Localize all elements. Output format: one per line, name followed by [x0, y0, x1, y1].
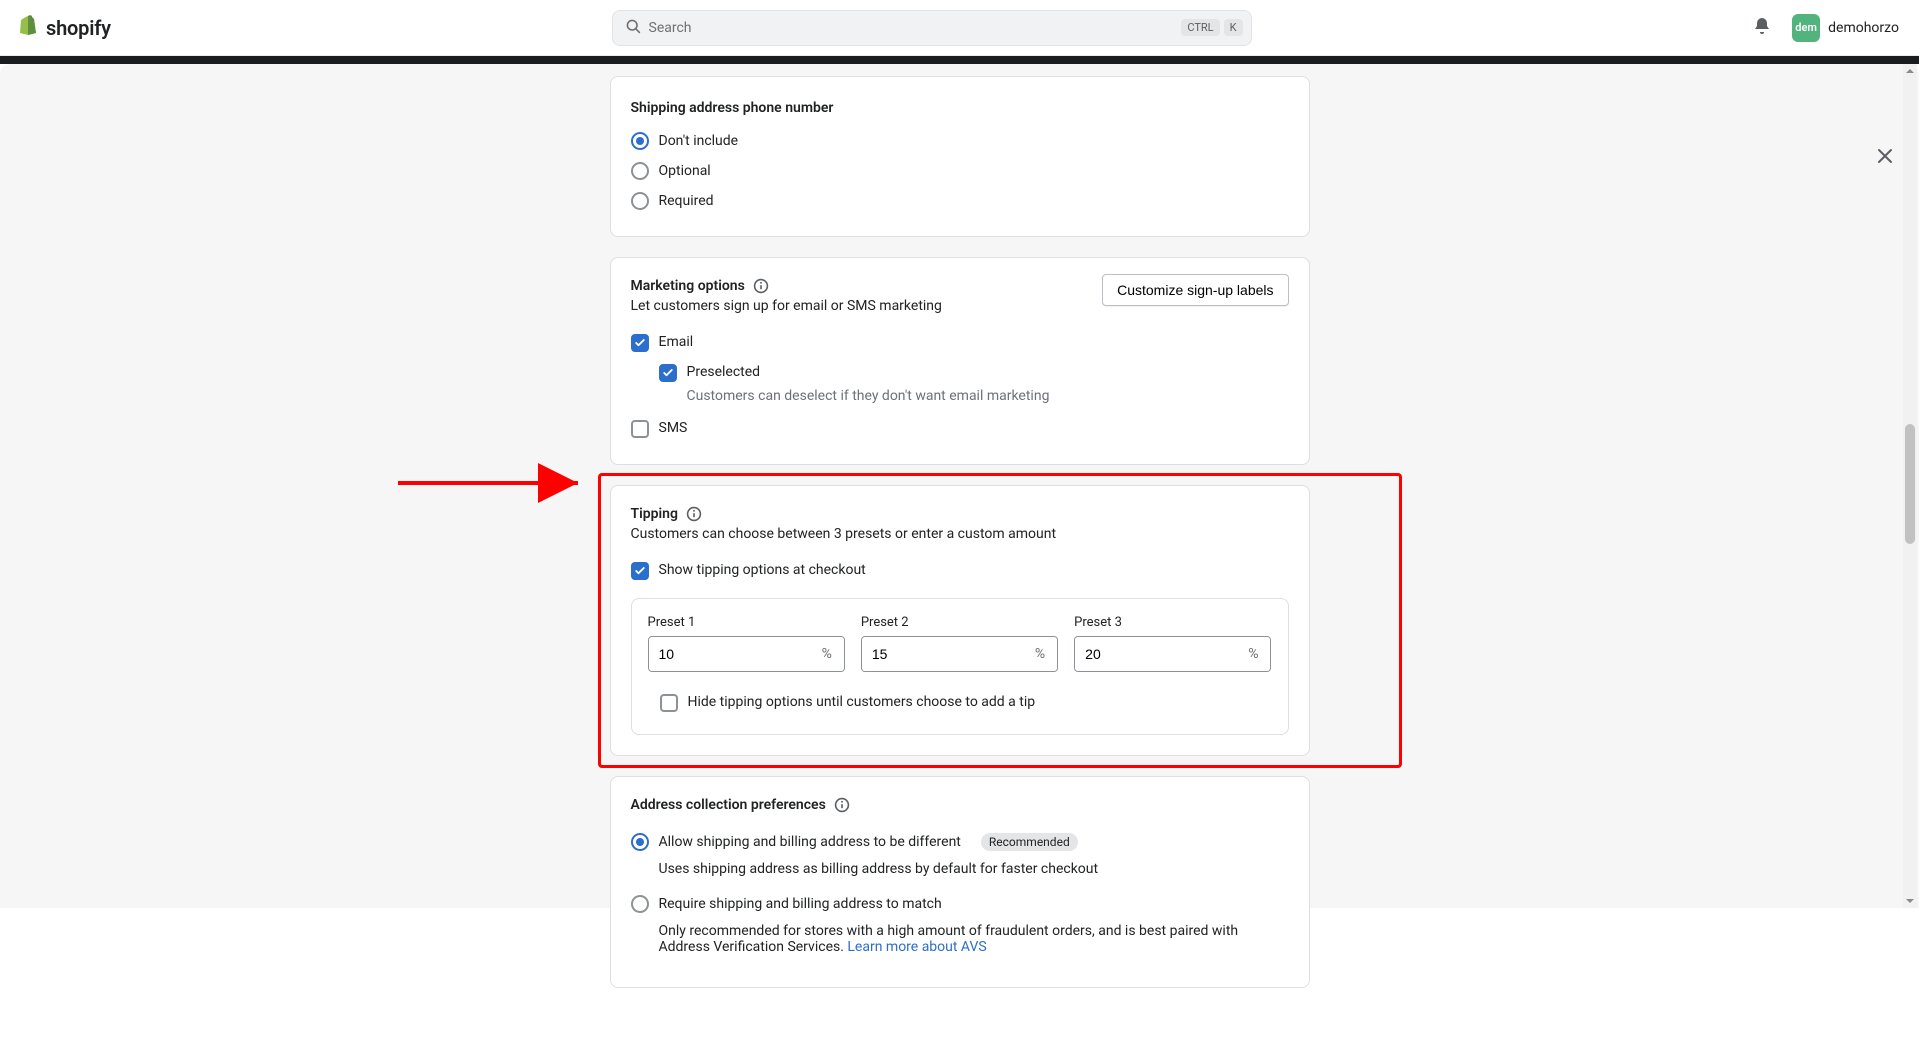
require-help: Only recommended for stores with a high …: [659, 923, 1289, 955]
radio-label: Don't include: [659, 133, 739, 149]
radio-icon: [631, 132, 649, 150]
kbd-ctrl: CTRL: [1181, 19, 1219, 36]
search-icon: [625, 18, 641, 38]
card-marketing: Marketing options Let customers sign up …: [610, 257, 1310, 465]
preset-2-input[interactable]: %: [861, 636, 1058, 672]
top-bar: shopify Search CTRL K dem demohorzo: [0, 0, 1919, 56]
tipping-title: Tipping: [631, 506, 678, 522]
account-name: demohorzo: [1828, 20, 1899, 36]
checkbox-icon: [659, 364, 677, 382]
preset-label: Preset 3: [1074, 615, 1271, 630]
account-menu[interactable]: dem demohorzo: [1788, 10, 1903, 46]
preset-label: Preset 2: [861, 615, 1058, 630]
tipping-presets-box: Preset 1 % Preset 2 %: [631, 598, 1289, 735]
bell-icon[interactable]: [1752, 16, 1772, 40]
preselected-help: Customers can deselect if they don't wan…: [687, 388, 1289, 404]
radio-label: Required: [659, 193, 714, 209]
preset-3-input[interactable]: %: [1074, 636, 1271, 672]
close-button[interactable]: [1867, 140, 1903, 176]
close-icon: [1875, 146, 1895, 170]
preset-label: Preset 1: [648, 615, 845, 630]
checkbox-preselected[interactable]: Preselected: [659, 358, 1289, 388]
info-icon[interactable]: [753, 278, 769, 298]
tipping-subtitle: Customers can choose between 3 presets o…: [631, 526, 1289, 542]
checkbox-label: Hide tipping options until customers cho…: [688, 694, 1036, 710]
scroll-down-button[interactable]: [1903, 894, 1917, 908]
checkbox-icon: [631, 562, 649, 580]
checkbox-show-tipping[interactable]: Show tipping options at checkout: [631, 556, 1289, 586]
logo-text: shopify: [46, 16, 111, 40]
radio-optional[interactable]: Optional: [631, 156, 1289, 186]
radio-icon: [631, 162, 649, 180]
radio-icon: [631, 895, 649, 913]
preset-2-field[interactable]: [862, 637, 1022, 671]
learn-more-avs-link[interactable]: Learn more about AVS: [847, 939, 986, 955]
radio-required[interactable]: Required: [631, 186, 1289, 216]
checkbox-label: Preselected: [687, 364, 761, 380]
preset-1-field[interactable]: [649, 637, 809, 671]
radio-dont-include[interactable]: Don't include: [631, 126, 1289, 156]
percent-suffix: %: [809, 637, 844, 671]
avatar: dem: [1792, 14, 1820, 42]
allow-help: Uses shipping address as billing address…: [659, 861, 1289, 877]
topbar-right: dem demohorzo: [1752, 10, 1903, 46]
address-title: Address collection preferences: [631, 797, 826, 813]
info-icon[interactable]: [686, 506, 702, 526]
percent-suffix: %: [1022, 637, 1057, 671]
checkbox-label: Show tipping options at checkout: [659, 562, 866, 578]
info-icon[interactable]: [834, 797, 850, 817]
kbd-k: K: [1224, 19, 1243, 36]
card-tipping: Tipping Customers can choose between 3 p…: [610, 485, 1310, 756]
checkbox-label: Email: [659, 334, 694, 350]
content-column: Shipping address phone number Don't incl…: [610, 64, 1310, 1048]
marketing-title: Marketing options: [631, 278, 745, 294]
checkbox-label: SMS: [659, 420, 688, 436]
preset-3-field[interactable]: [1075, 637, 1235, 671]
checkbox-sms[interactable]: SMS: [631, 414, 1289, 444]
search-input[interactable]: Search CTRL K: [612, 10, 1252, 46]
settings-modal: Shipping address phone number Don't incl…: [0, 64, 1919, 908]
preset-3: Preset 3 %: [1074, 615, 1271, 672]
checkbox-icon: [631, 334, 649, 352]
recommended-badge: Recommended: [981, 833, 1078, 851]
card-address-collection: Address collection preferences Allow shi…: [610, 776, 1310, 988]
card-shipping-phone: Shipping address phone number Don't incl…: [610, 76, 1310, 237]
radio-allow-different[interactable]: Allow shipping and billing address to be…: [631, 827, 1289, 857]
logo[interactable]: shopify: [16, 14, 111, 42]
checkbox-icon: [660, 694, 678, 712]
preset-1-input[interactable]: %: [648, 636, 845, 672]
scroll-up-button[interactable]: [1903, 64, 1917, 78]
radio-icon: [631, 192, 649, 210]
shipping-phone-title: Shipping address phone number: [631, 100, 834, 116]
checkbox-email[interactable]: Email: [631, 328, 1289, 358]
preset-1: Preset 1 %: [648, 615, 845, 672]
shopify-bag-icon: [16, 14, 40, 42]
checkbox-icon: [631, 420, 649, 438]
scroll-thumb[interactable]: [1905, 424, 1915, 544]
preset-2: Preset 2 %: [861, 615, 1058, 672]
scrollbar[interactable]: [1903, 64, 1917, 908]
search-shortcut: CTRL K: [1181, 19, 1242, 36]
radio-label: Optional: [659, 163, 711, 179]
modal-backdrop-strip: [0, 56, 1919, 64]
radio-icon: [631, 833, 649, 851]
checkbox-hide-tipping[interactable]: Hide tipping options until customers cho…: [660, 688, 1272, 718]
radio-label: Require shipping and billing address to …: [659, 896, 942, 912]
percent-suffix: %: [1235, 637, 1270, 671]
radio-label: Allow shipping and billing address to be…: [659, 834, 961, 850]
customize-signup-labels-button[interactable]: Customize sign-up labels: [1102, 274, 1288, 306]
radio-require-match[interactable]: Require shipping and billing address to …: [631, 889, 1289, 919]
search-placeholder: Search: [649, 20, 692, 36]
